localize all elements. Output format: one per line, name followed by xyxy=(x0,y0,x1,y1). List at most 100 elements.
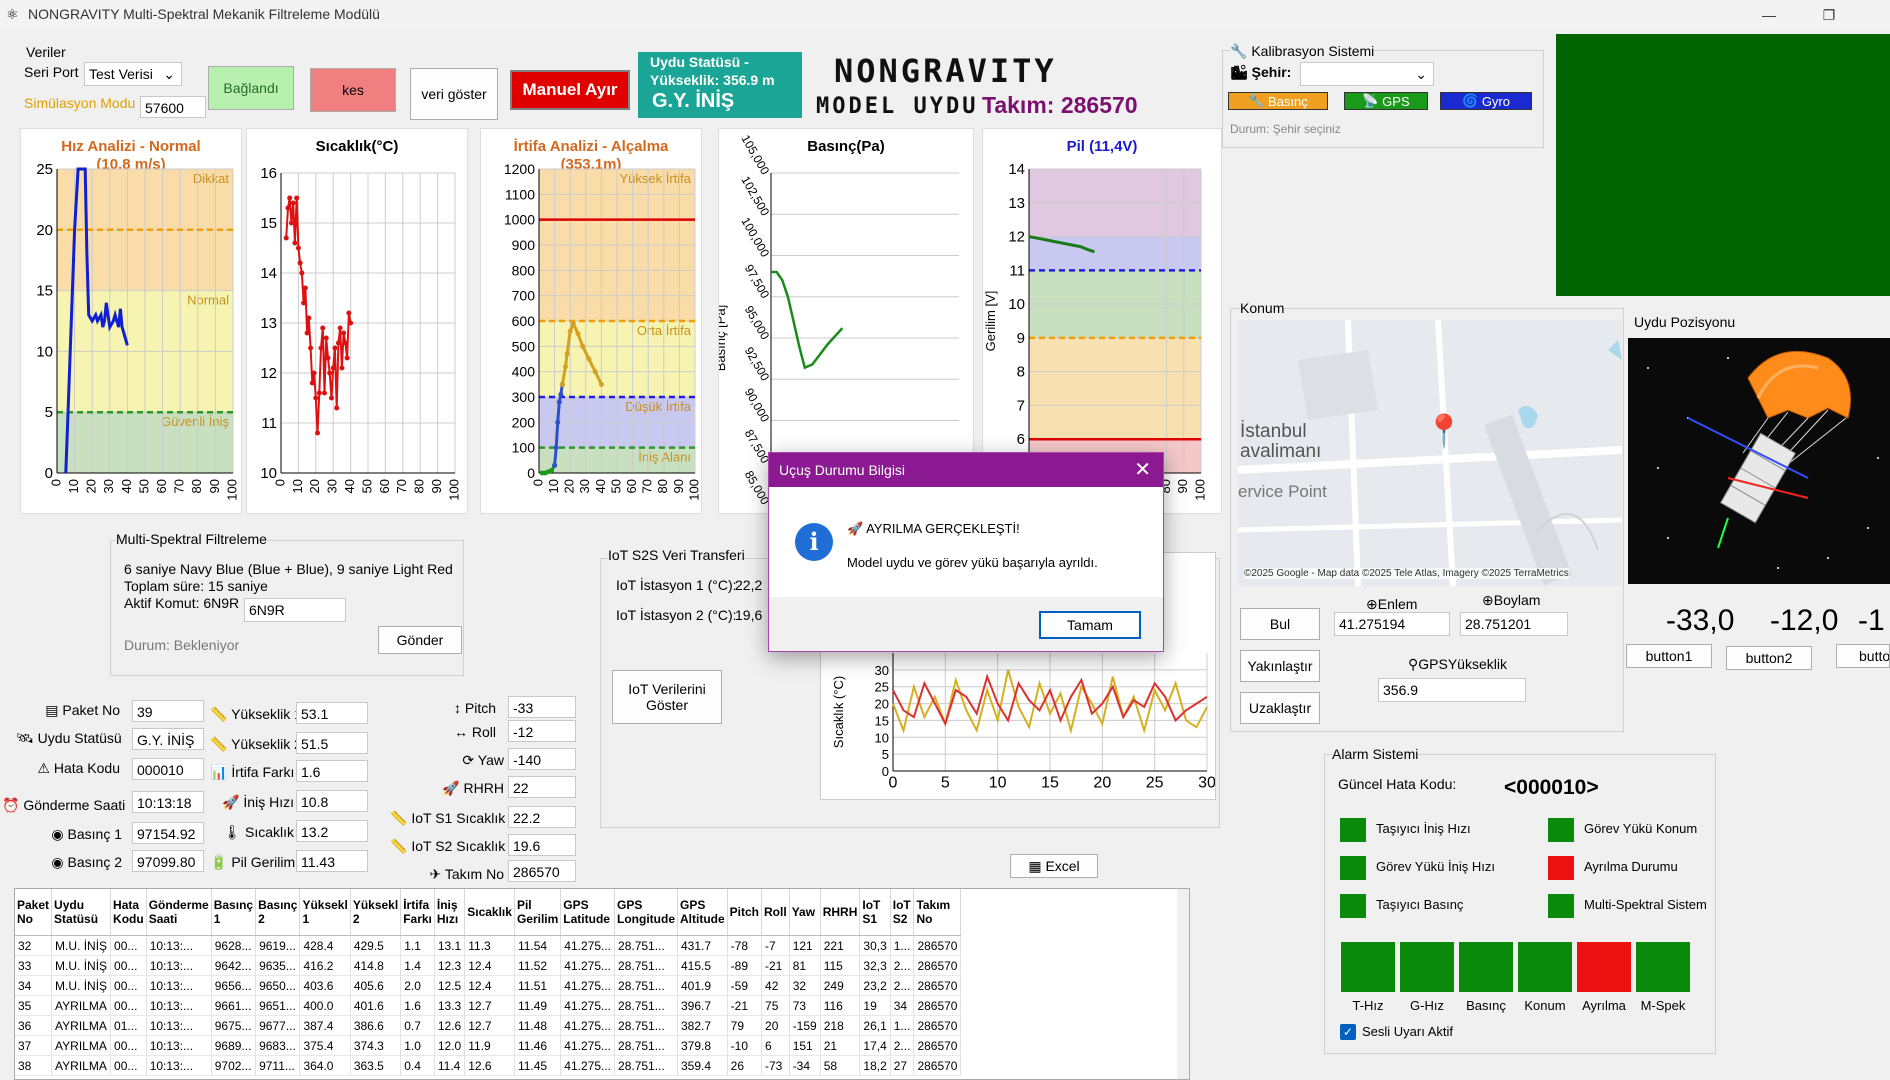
chart-x-tick-label: 40 xyxy=(593,479,608,493)
table-row[interactable]: 32 M.U. İNİŞ 00... 10:13:... 9628... 9619... 4… xyxy=(15,935,962,956)
table-cell: 26,1 xyxy=(859,1015,891,1036)
table-header-cell[interactable]: GPS Altitude xyxy=(677,889,728,936)
iot-show-button[interactable]: IoT Verilerini Göster xyxy=(612,670,722,724)
hata-kodu-field: 000010 xyxy=(132,758,204,780)
veriler-title: Veriler xyxy=(24,44,68,60)
table-header-cell[interactable]: Pil Gerilim xyxy=(514,889,562,936)
chart-point xyxy=(334,405,340,411)
close-icon[interactable]: ✕ xyxy=(1134,457,1151,482)
table-cell: 28.751... xyxy=(614,995,678,1016)
gps-cal-button[interactable]: 📡 GPS xyxy=(1344,92,1428,110)
table-header-cell[interactable]: Gönderme Saati xyxy=(146,889,212,936)
chart-x-tick-label: 90 xyxy=(207,479,222,493)
brand-subtitle: MODEL UYDU xyxy=(816,94,979,119)
veri-goster-button[interactable]: veri göster xyxy=(410,68,498,120)
table-cell: 387.4 xyxy=(299,1015,351,1036)
map-pin-icon: 📍 xyxy=(1424,413,1464,449)
table-cell: 10:13:... xyxy=(146,935,212,956)
table-cell: 9661... xyxy=(211,995,257,1016)
uydu-pozisyonu-title: Uydu Pozisyonu xyxy=(1634,314,1736,330)
table-cell: 375.4 xyxy=(299,1035,351,1056)
sim-mode-input[interactable]: 57600 xyxy=(140,96,206,118)
map-view[interactable]: İstanbul avalimanı ervice Point 📍 ©2025 … xyxy=(1238,320,1622,586)
komut-input[interactable]: 6N9R xyxy=(244,598,346,622)
table-header-cell[interactable]: IoT S1 xyxy=(859,889,891,936)
table-header-cell[interactable]: GPS Longitude xyxy=(614,889,678,936)
table-header-cell[interactable]: Pitch xyxy=(727,889,763,936)
chart-point xyxy=(311,370,317,376)
uzaklastir-button[interactable]: Uzaklaştır xyxy=(1240,692,1320,724)
flight-status-dialog: Uçuş Durumu Bilgisi ✕ i 🚀 AYRILMA GERÇEK… xyxy=(768,452,1164,652)
manuel-ayir-button[interactable]: Manuel Ayır xyxy=(510,70,630,110)
table-header-cell[interactable]: İniş Hızı xyxy=(434,889,466,936)
chart-y-tick-label: 20 xyxy=(875,697,889,712)
yukseklik1-label: 📏 Yükseklik 1 xyxy=(210,706,302,722)
data-table-container[interactable]: Paket No Uydu Statüsü Hata Kodu Gönderme Sa… xyxy=(14,888,1190,1080)
yakinlastir-button[interactable]: Yakınlaştır xyxy=(1240,650,1320,682)
table-header-cell[interactable]: Yüksekl 2 xyxy=(350,889,402,936)
ok-button[interactable]: Tamam xyxy=(1039,611,1141,639)
table-header-cell[interactable]: Takım No xyxy=(913,889,962,936)
irtifa-farki-field: 1.6 xyxy=(296,760,368,782)
clock-icon: ⏰ xyxy=(2,797,20,813)
alarm-big-label: M-Spek xyxy=(1640,998,1686,1013)
table-header-cell[interactable]: İrtifa Farkı xyxy=(400,889,435,936)
table-header-cell[interactable]: Sıcaklık xyxy=(464,889,515,936)
button1[interactable]: button1 xyxy=(1626,644,1712,668)
table-row[interactable]: 37 AYRILMA 00... 10:13:... 9689... 9683... 375… xyxy=(15,1035,962,1056)
table-cell: 28.751... xyxy=(614,955,678,976)
chart-zone-label: Normal xyxy=(187,293,229,308)
gyro-cal-button[interactable]: 🌀 Gyro xyxy=(1440,92,1532,110)
sesli-checkbox[interactable]: ✓ xyxy=(1340,1024,1356,1040)
bul-button[interactable]: Bul xyxy=(1240,608,1320,640)
boylam-field[interactable]: 28.751201 xyxy=(1460,612,1568,636)
seri-port-select[interactable]: Test Verisi ⌄ xyxy=(84,62,182,86)
table-header-cell[interactable]: Uydu Statüsü xyxy=(51,889,112,936)
table-row[interactable]: 33 M.U. İNİŞ 00... 10:13:... 9642... 9635... 4… xyxy=(15,955,962,976)
chart-point xyxy=(339,365,345,371)
table-header-cell[interactable]: Hata Kodu xyxy=(110,889,147,936)
table-header-cell[interactable]: IoT S2 xyxy=(890,889,915,936)
table-header-cell[interactable]: Yaw xyxy=(789,889,821,936)
chart-y-tick-label: 25 xyxy=(875,680,889,695)
table-scrollbar[interactable] xyxy=(1177,889,1189,1079)
table-row[interactable]: 35 AYRILMA 00... 10:13:... 9661... 9651... 400… xyxy=(15,995,962,1016)
connected-button[interactable]: Bağlandı xyxy=(208,66,294,110)
excel-button[interactable]: ▦ Excel xyxy=(1010,854,1098,878)
gps-yukseklik-field[interactable]: 356.9 xyxy=(1378,678,1526,702)
brand-team: Takım: 286570 xyxy=(982,92,1138,118)
basinc-cal-button[interactable]: 🔧 Basınç xyxy=(1228,92,1328,110)
chart-x-tick-label: 20 xyxy=(562,479,577,493)
inis-hizi-field: 10.8 xyxy=(296,790,368,812)
maximize-button[interactable]: ❐ xyxy=(1806,0,1852,30)
sehir-select[interactable]: ⌄ xyxy=(1300,62,1434,86)
table-header-cell[interactable]: Basınç 1 xyxy=(211,889,257,936)
table-cell: 13.3 xyxy=(434,995,466,1016)
table-header-cell[interactable]: RHRH xyxy=(820,889,861,936)
table-row[interactable]: 34 M.U. İNİŞ 00... 10:13:... 9656... 9650... 4… xyxy=(15,975,962,996)
enlem-field[interactable]: 41.275194 xyxy=(1334,612,1450,636)
chart-x-tick-label: 10 xyxy=(66,479,81,493)
table-cell: 1.1 xyxy=(400,935,435,956)
chart-y-tick-label: 10 xyxy=(1008,296,1025,313)
table-header-cell[interactable]: Paket No xyxy=(15,889,53,936)
table-cell: 00... xyxy=(110,975,147,996)
table-row[interactable]: 36 AYRILMA 01... 10:13:... 9675... 9677... 387… xyxy=(15,1015,962,1036)
kes-button[interactable]: kes xyxy=(310,68,396,112)
table-header-cell[interactable]: Yüksekl 1 xyxy=(299,889,351,936)
alarm-led xyxy=(1340,818,1366,842)
table-header-cell[interactable]: Roll xyxy=(761,889,790,936)
table-header-cell[interactable]: Basınç 2 xyxy=(255,889,301,936)
minimize-button[interactable]: — xyxy=(1746,0,1792,30)
table-cell: 2... xyxy=(890,975,915,996)
chart-x-tick-label: 50 xyxy=(359,479,374,493)
chart-point xyxy=(322,390,327,396)
table-cell: 9619... xyxy=(255,935,301,956)
table-row[interactable]: 38 AYRILMA 00... 10:13:... 9702... 9711... 364… xyxy=(15,1055,962,1076)
gonder-button[interactable]: Gönder xyxy=(378,626,462,654)
button2[interactable]: button2 xyxy=(1726,646,1812,670)
table-header-cell[interactable]: GPS Latitude xyxy=(560,889,616,936)
brand-title: NONGRAVITY xyxy=(834,52,1057,90)
button3[interactable]: butto xyxy=(1836,644,1890,668)
alarm-big-led xyxy=(1459,942,1513,992)
